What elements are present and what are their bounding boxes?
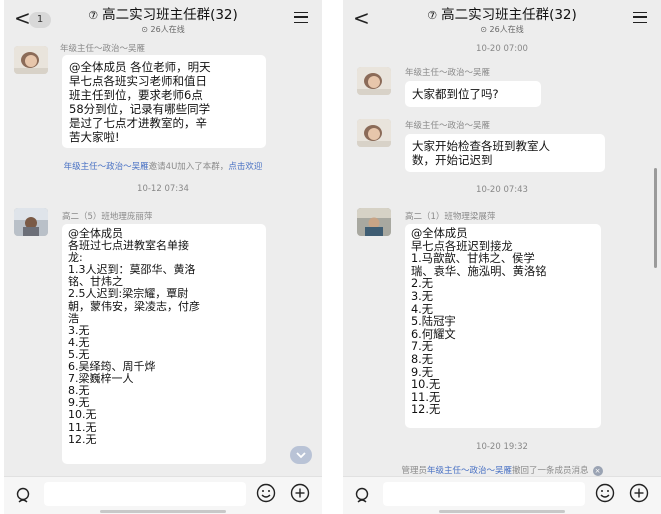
sender-name: 高二（1）班物理梁展萍 xyxy=(405,212,496,222)
timestamp: 10-20 07:43 xyxy=(476,185,528,195)
message-input[interactable] xyxy=(44,482,246,506)
chat-header: < ⑦ 高二实习班主任群(32) ⊙ 26人在线 xyxy=(343,0,661,38)
chat-title-block[interactable]: ⑦ 高二实习班主任群(32) ⊙ 26人在线 xyxy=(393,6,611,35)
message-line: 5.陆冠宇 xyxy=(411,315,456,329)
voice-icon[interactable] xyxy=(353,486,371,504)
message-line: 数，开始记迟到 xyxy=(412,153,493,167)
avatar[interactable] xyxy=(357,208,391,236)
member-link[interactable]: 年级主任～政治～吴雁 xyxy=(64,162,149,172)
message-line: 9.无 xyxy=(68,396,90,410)
message-bubble[interactable]: 大家都到位了吗? xyxy=(405,81,541,107)
emoji-icon[interactable] xyxy=(256,483,276,503)
sender-name: 高二（5）班地理庞丽萍 xyxy=(62,212,153,222)
group-type-icon: ⑦ xyxy=(88,9,99,22)
message-line: 1.马歆歆、甘炜之、侯学 xyxy=(411,252,535,266)
message-line: 7.无 xyxy=(411,340,434,354)
emoji-icon[interactable] xyxy=(595,483,615,503)
message-line: 12.无 xyxy=(68,432,97,446)
group-name: 高二实习班主任群(32) xyxy=(102,7,238,23)
avatar[interactable] xyxy=(357,119,391,147)
message-line: 10.无 xyxy=(411,378,441,392)
message-line: 4.无 xyxy=(68,335,90,349)
timestamp: 10-12 07:34 xyxy=(137,184,189,194)
message-line: @全体成员 各位老师，明天 xyxy=(69,60,211,74)
message-line: 2.无 xyxy=(411,277,434,291)
menu-icon[interactable] xyxy=(633,12,647,23)
message-line: 是过了七点才进教室的，辛 xyxy=(69,116,207,130)
message-input[interactable] xyxy=(383,482,585,506)
message-line: 朝，蒙伟安，梁凌志，付彦 xyxy=(68,299,200,313)
system-note: 管理员年级主任～政治～吴雁撤回了一条成员消息 × xyxy=(343,464,661,476)
online-count: ⊙ 26人在线 xyxy=(480,25,524,34)
plus-icon[interactable] xyxy=(629,483,649,503)
message-line: 瑞、袁华、施泓明、黄洛铭 xyxy=(411,264,547,278)
group-type-icon: ⑦ xyxy=(427,9,438,22)
message-line: 11.无 xyxy=(68,420,97,434)
timestamp: 10-20 19:32 xyxy=(476,442,528,452)
scroll-down-button[interactable] xyxy=(290,446,312,464)
message-line: 3.无 xyxy=(411,289,434,303)
input-bar xyxy=(343,476,661,514)
message-line: 58分到位，记录有哪些同学 xyxy=(69,102,211,116)
message-bubble[interactable]: @全体成员 早七点各班迟到接龙 1.马歆歆、甘炜之、侯学 瑞、袁华、施泓明、黄洛… xyxy=(405,224,601,428)
chat-title: ⑦ 高二实习班主任群(32) xyxy=(393,6,611,25)
chat-title-block[interactable]: ⑦ 高二实习班主任群(32) ⊙ 26人在线 xyxy=(54,6,272,35)
system-note-text: 撤回了一条成员消息 xyxy=(512,466,589,476)
message-line: @全体成员 xyxy=(411,227,468,240)
message-line: 10.无 xyxy=(68,408,97,422)
group-name: 高二实习班主任群(32) xyxy=(441,7,577,23)
system-note: 年级主任～政治～吴雁邀请4U加入了本群，点击欢迎 xyxy=(4,160,322,172)
sender-name: 年级主任～政治～吴雁 xyxy=(405,68,491,78)
message-bubble[interactable]: 大家开始检查各班到教室人 数，开始记迟到 xyxy=(405,134,605,172)
message-line: 各班过七点进教室名单接 xyxy=(68,239,189,253)
voice-icon[interactable] xyxy=(14,486,32,504)
chat-title: ⑦ 高二实习班主任群(32) xyxy=(54,6,272,25)
message-line: 班主任到位，要求老师6点 xyxy=(69,88,203,102)
avatar[interactable] xyxy=(14,46,48,74)
message-line: 2.5人迟到:梁宗耀，覃尉 xyxy=(68,287,189,301)
menu-icon[interactable] xyxy=(294,12,308,23)
chevron-down-icon xyxy=(296,452,306,459)
message-line: 大家都到位了吗? xyxy=(412,87,499,101)
close-icon[interactable]: × xyxy=(592,465,603,476)
welcome-link[interactable]: 点击欢迎 xyxy=(228,162,262,172)
message-line: 苦大家啦! xyxy=(69,130,120,144)
message-line: 浩 xyxy=(68,311,79,325)
message-line: 7.梁巍梓一人 xyxy=(68,372,134,386)
home-indicator xyxy=(100,510,226,513)
chat-screen-right: < ⑦ 高二实习班主任群(32) ⊙ 26人在线 10-20 07:00 年级主任… xyxy=(343,0,661,514)
message-bubble[interactable]: @全体成员 各位老师，明天 早七点各班实习老师和值日 班主任到位，要求老师6点 … xyxy=(62,55,266,148)
back-button[interactable]: < xyxy=(353,8,370,28)
timestamp: 10-20 07:00 xyxy=(476,44,528,54)
chat-header: < 1 ⑦ 高二实习班主任群(32) ⊙ 26人在线 xyxy=(4,0,322,38)
avatar[interactable] xyxy=(357,67,391,95)
system-note-prefix: 管理员 xyxy=(401,466,427,476)
home-indicator xyxy=(439,510,565,513)
unread-badge: 1 xyxy=(29,12,51,28)
scrollbar[interactable] xyxy=(654,168,657,268)
online-count: ⊙ 26人在线 xyxy=(141,25,185,34)
message-line: 12.无 xyxy=(411,403,441,417)
input-bar xyxy=(4,476,322,514)
message-line: 8.无 xyxy=(68,384,90,398)
chat-screen-left: < 1 ⑦ 高二实习班主任群(32) ⊙ 26人在线 年级主任～政治～吴雁 @全体… xyxy=(4,0,322,514)
sender-name: 年级主任～政治～吴雁 xyxy=(60,44,146,54)
member-link[interactable]: 年级主任～政治～吴雁 xyxy=(427,466,512,476)
plus-icon[interactable] xyxy=(290,483,310,503)
system-note-text: 邀请4U加入了本群， xyxy=(148,162,229,172)
message-line: 大家开始检查各班到教室人 xyxy=(412,139,550,153)
sender-name: 年级主任～政治～吴雁 xyxy=(405,121,491,131)
message-line: 早七点各班实习老师和值日 xyxy=(69,74,207,88)
message-line: 3.无 xyxy=(68,323,90,337)
message-bubble[interactable]: @全体成员 各班过七点进教室名单接 龙: 1.3人迟到：莫邵华、黄洛 铭、甘炜之… xyxy=(62,224,266,464)
message-line: 8.无 xyxy=(411,352,434,366)
avatar[interactable] xyxy=(14,208,48,236)
message-line: 6.何耀文 xyxy=(411,327,456,341)
